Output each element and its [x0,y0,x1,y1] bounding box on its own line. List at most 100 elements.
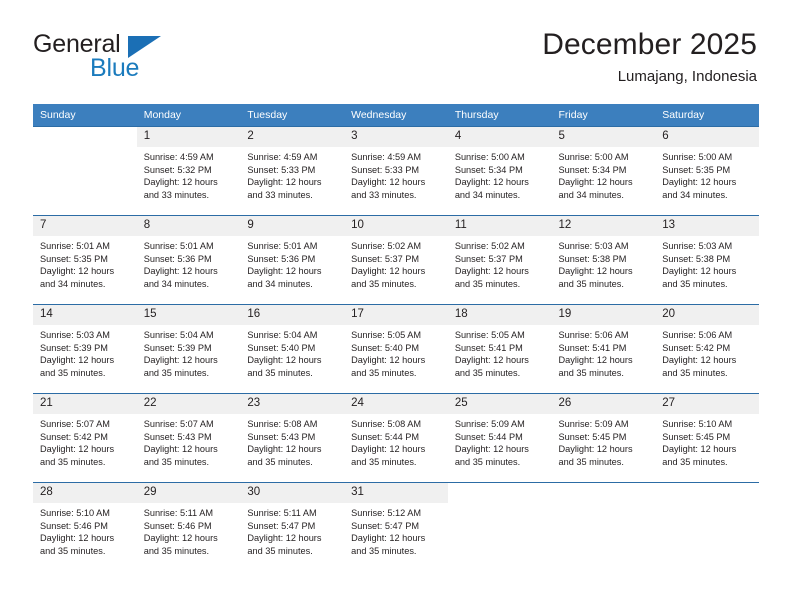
day-15[interactable]: 15 Sunrise: 5:04 AM Sunset: 5:39 PM Dayligh… [136,304,241,393]
day-23[interactable]: 23 Sunrise: 5:08 AM Sunset: 5:43 PM Dayligh… [240,393,345,482]
day-3[interactable]: 3 Sunrise: 4:59 AM Sunset: 5:33 PM Daylight… [344,126,448,215]
calendar-day-cell[interactable]: 9 Sunrise: 5:01 AM Sunset: 5:36 PM Daylight… [240,215,345,304]
calendar-day-cell[interactable]: 1 Sunrise: 4:59 AM Sunset: 5:32 PM Daylight… [136,126,241,215]
day-14[interactable]: 14 Sunrise: 5:03 AM Sunset: 5:39 PM Dayligh… [33,304,137,393]
calendar-day-cell[interactable]: 15 Sunrise: 5:04 AM Sunset: 5:39 PM Dayligh… [136,304,241,393]
sunrise-text: Sunrise: 5:08 AM [247,419,318,429]
day-24[interactable]: 24 Sunrise: 5:08 AM Sunset: 5:44 PM Dayligh… [344,393,448,482]
sunrise-text: Sunrise: 5:02 AM [454,241,525,251]
day-19[interactable]: 19 Sunrise: 5:06 AM Sunset: 5:41 PM Dayligh… [551,304,656,393]
sunset-text: Sunset: 5:34 PM [558,164,627,175]
calendar-day-cell[interactable]: 27 Sunrise: 5:10 AM Sunset: 5:45 PM Dayligh… [655,393,759,482]
day-details: Sunrise: 5:00 AM Sunset: 5:34 PM Daylight:… [552,147,656,201]
sunrise-text: Sunrise: 5:01 AM [40,241,110,251]
calendar-day-cell[interactable]: 28 Sunrise: 5:10 AM Sunset: 5:46 PM Dayligh… [33,482,137,571]
day-8[interactable]: 8 Sunrise: 5:01 AM Sunset: 5:36 PM Daylight… [136,215,241,304]
calendar-day-cell[interactable]: 19 Sunrise: 5:06 AM Sunset: 5:41 PM Dayligh… [551,304,656,393]
day-6[interactable]: 6 Sunrise: 5:00 AM Sunset: 5:35 PM Daylight… [655,126,759,215]
daylight-text-line2: and 33 minutes. [143,189,210,200]
calendar-day-cell[interactable]: 20 Sunrise: 5:06 AM Sunset: 5:42 PM Dayligh… [655,304,759,393]
day-5[interactable]: 5 Sunrise: 5:00 AM Sunset: 5:34 PM Daylight… [551,126,656,215]
day-2[interactable]: 2 Sunrise: 4:59 AM Sunset: 5:33 PM Daylight… [240,126,345,215]
sunrise-text: Sunrise: 5:03 AM [558,241,629,251]
sunset-text: Sunset: 5:45 PM [558,431,627,442]
calendar-day-cell[interactable]: 3 Sunrise: 4:59 AM Sunset: 5:33 PM Daylight… [344,126,448,215]
day-29[interactable]: 29 Sunrise: 5:11 AM Sunset: 5:46 PM Dayligh… [136,482,241,571]
sunrise-text: Sunrise: 4:59 AM [247,152,318,162]
calendar-day-cell[interactable]: 16 Sunrise: 5:04 AM Sunset: 5:40 PM Dayligh… [240,304,345,393]
sunset-text: Sunset: 5:46 PM [40,520,108,531]
calendar-day-cell[interactable]: 31 Sunrise: 5:12 AM Sunset: 5:47 PM Dayligh… [344,482,448,571]
day-details: Sunrise: 5:03 AM Sunset: 5:38 PM Daylight:… [655,236,759,290]
day-16[interactable]: 16 Sunrise: 5:04 AM Sunset: 5:40 PM Dayligh… [240,304,345,393]
calendar-day-cell[interactable]: 5 Sunrise: 5:00 AM Sunset: 5:34 PM Daylight… [551,126,656,215]
day-details: Sunrise: 5:09 AM Sunset: 5:44 PM Daylight:… [448,414,552,468]
day-10[interactable]: 10 Sunrise: 5:02 AM Sunset: 5:37 PM Dayligh… [344,215,448,304]
day-11[interactable]: 11 Sunrise: 5:02 AM Sunset: 5:37 PM Dayligh… [447,215,552,304]
day-27[interactable]: 27 Sunrise: 5:10 AM Sunset: 5:45 PM Dayligh… [655,393,759,482]
sunset-text: Sunset: 5:40 PM [351,342,420,353]
logo-text-blue: Blue [90,54,140,82]
calendar-day-cell[interactable]: 10 Sunrise: 5:02 AM Sunset: 5:37 PM Dayligh… [344,215,448,304]
daylight-text-line1: Daylight: 12 hours [247,444,322,455]
daylight-text-line2: and 35 minutes. [351,545,417,556]
day-7[interactable]: 7 Sunrise: 5:01 AM Sunset: 5:35 PM Daylight… [33,215,137,304]
sunrise-text: Sunrise: 5:01 AM [247,241,318,251]
calendar-day-cell[interactable] [447,482,552,571]
day-12[interactable]: 12 Sunrise: 5:03 AM Sunset: 5:38 PM Dayligh… [551,215,656,304]
day-4[interactable]: 4 Sunrise: 5:00 AM Sunset: 5:34 PM Daylight… [447,126,552,215]
day-18[interactable]: 18 Sunrise: 5:05 AM Sunset: 5:41 PM Dayligh… [447,304,552,393]
day-details: Sunrise: 5:00 AM Sunset: 5:35 PM Daylight:… [655,147,759,201]
calendar-day-cell[interactable]: 23 Sunrise: 5:08 AM Sunset: 5:43 PM Dayligh… [240,393,345,482]
day-1[interactable]: 1 Sunrise: 4:59 AM Sunset: 5:32 PM Daylight… [136,126,241,215]
day-26[interactable]: 26 Sunrise: 5:09 AM Sunset: 5:45 PM Dayligh… [551,393,656,482]
calendar-day-cell[interactable]: 21 Sunrise: 5:07 AM Sunset: 5:42 PM Dayligh… [33,393,137,482]
calendar-day-cell[interactable]: 14 Sunrise: 5:03 AM Sunset: 5:39 PM Dayligh… [33,304,137,393]
calendar-week-row: 1 Sunrise: 4:59 AM Sunset: 5:32 PM Daylight… [33,126,759,215]
day-details: Sunrise: 5:09 AM Sunset: 5:45 PM Daylight:… [552,414,656,468]
day-details: Sunrise: 5:11 AM Sunset: 5:46 PM Daylight:… [137,503,241,557]
daylight-text-line1: Daylight: 12 hours [454,266,529,277]
calendar-day-cell[interactable]: 30 Sunrise: 5:11 AM Sunset: 5:47 PM Dayligh… [240,482,345,571]
day-number: 31 [344,483,448,503]
calendar-day-cell[interactable]: 25 Sunrise: 5:09 AM Sunset: 5:44 PM Dayligh… [447,393,552,482]
calendar-day-cell[interactable]: 13 Sunrise: 5:03 AM Sunset: 5:38 PM Dayligh… [655,215,759,304]
calendar-day-cell[interactable]: 11 Sunrise: 5:02 AM Sunset: 5:37 PM Dayligh… [447,215,552,304]
day-22[interactable]: 22 Sunrise: 5:07 AM Sunset: 5:43 PM Dayligh… [136,393,241,482]
calendar-day-cell[interactable]: 4 Sunrise: 5:00 AM Sunset: 5:34 PM Daylight… [447,126,552,215]
day-number: 30 [240,483,345,503]
day-25[interactable]: 25 Sunrise: 5:09 AM Sunset: 5:44 PM Dayligh… [447,393,552,482]
calendar-day-cell[interactable]: 7 Sunrise: 5:01 AM Sunset: 5:35 PM Daylight… [33,215,137,304]
day-13[interactable]: 13 Sunrise: 5:03 AM Sunset: 5:38 PM Dayligh… [655,215,759,304]
calendar-day-cell[interactable]: 17 Sunrise: 5:05 AM Sunset: 5:40 PM Dayligh… [344,304,448,393]
day-20[interactable]: 20 Sunrise: 5:06 AM Sunset: 5:42 PM Dayligh… [655,304,759,393]
calendar-day-cell[interactable]: 12 Sunrise: 5:03 AM Sunset: 5:38 PM Dayligh… [551,215,656,304]
day-30[interactable]: 30 Sunrise: 5:11 AM Sunset: 5:47 PM Dayligh… [240,482,345,571]
calendar-day-cell[interactable]: 18 Sunrise: 5:05 AM Sunset: 5:41 PM Dayligh… [447,304,552,393]
day-number: 2 [240,127,345,147]
calendar-day-cell[interactable] [551,482,656,571]
calendar-day-cell[interactable] [33,126,137,215]
day-17[interactable]: 17 Sunrise: 5:05 AM Sunset: 5:40 PM Dayligh… [344,304,448,393]
sunset-text: Sunset: 5:41 PM [558,342,627,353]
day-details: Sunrise: 4:59 AM Sunset: 5:32 PM Daylight:… [137,147,241,201]
general-blue-logo: General Blue [33,30,233,84]
title-block: December 2025 Lumajang, Indonesia [337,28,757,87]
day-9[interactable]: 9 Sunrise: 5:01 AM Sunset: 5:36 PM Daylight… [240,215,345,304]
empty-day [447,482,552,571]
sunrise-text: Sunrise: 5:07 AM [40,419,110,429]
calendar-day-cell[interactable]: 6 Sunrise: 5:00 AM Sunset: 5:35 PM Daylight… [655,126,759,215]
calendar-day-cell[interactable]: 24 Sunrise: 5:08 AM Sunset: 5:44 PM Dayligh… [344,393,448,482]
day-number: 8 [136,216,241,236]
calendar-day-cell[interactable]: 26 Sunrise: 5:09 AM Sunset: 5:45 PM Dayligh… [551,393,656,482]
calendar-day-cell[interactable]: 2 Sunrise: 4:59 AM Sunset: 5:33 PM Daylight… [240,126,345,215]
calendar-day-cell[interactable]: 29 Sunrise: 5:11 AM Sunset: 5:46 PM Dayligh… [136,482,241,571]
day-31[interactable]: 31 Sunrise: 5:12 AM Sunset: 5:47 PM Dayligh… [344,482,448,571]
day-28[interactable]: 28 Sunrise: 5:10 AM Sunset: 5:46 PM Dayligh… [33,482,137,571]
calendar-day-cell[interactable]: 8 Sunrise: 5:01 AM Sunset: 5:36 PM Daylight… [136,215,241,304]
calendar-day-cell[interactable]: 22 Sunrise: 5:07 AM Sunset: 5:43 PM Dayligh… [136,393,241,482]
day-21[interactable]: 21 Sunrise: 5:07 AM Sunset: 5:42 PM Dayligh… [33,393,137,482]
daylight-text-line1: Daylight: 12 hours [143,177,218,188]
calendar-day-cell[interactable] [655,482,759,571]
day-number: 13 [655,216,759,236]
